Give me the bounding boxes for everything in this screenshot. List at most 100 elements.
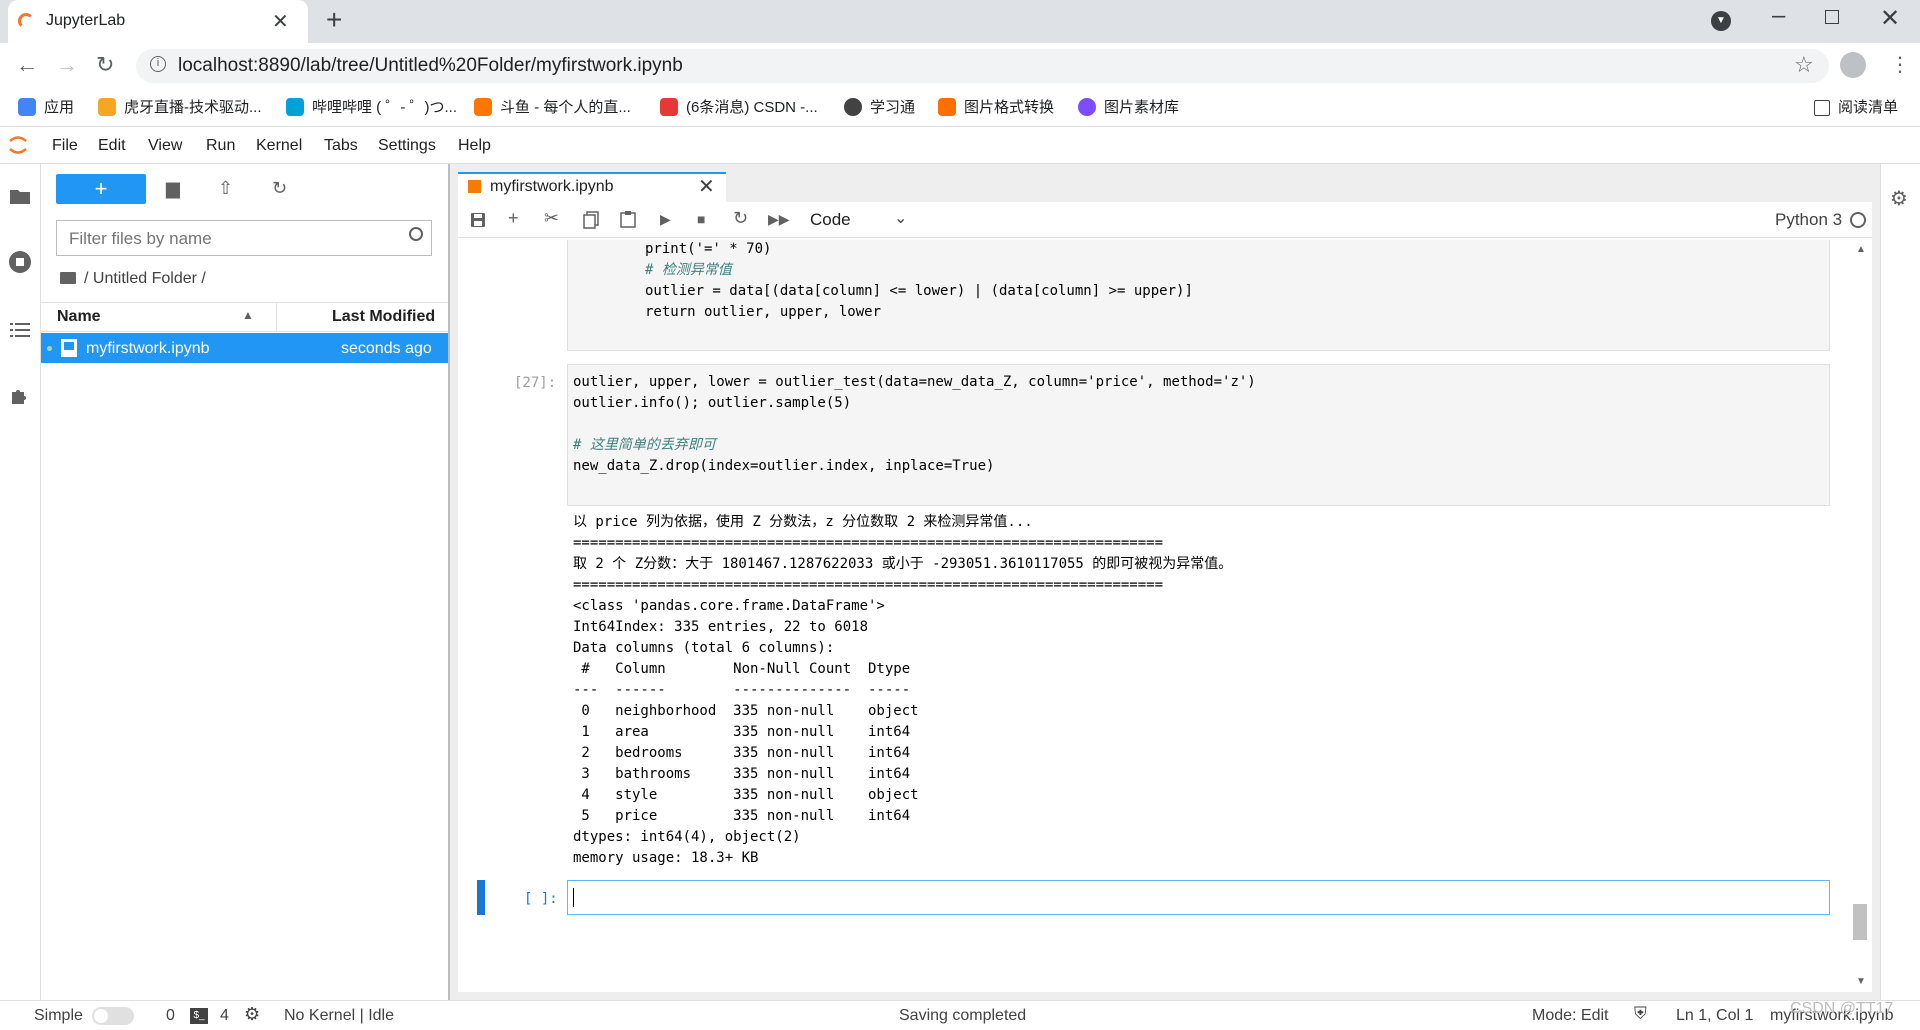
browser-menu-icon[interactable]: ⋮ bbox=[1890, 52, 1910, 77]
paste-icon[interactable] bbox=[620, 210, 636, 228]
close-icon[interactable]: ✕ bbox=[698, 174, 715, 199]
interrupt-kernel-icon[interactable]: ■ bbox=[697, 211, 705, 227]
cell-type-select[interactable]: Code bbox=[810, 210, 851, 230]
property-inspector-gear-icon[interactable]: ⚙ bbox=[1890, 186, 1908, 211]
cut-icon[interactable]: ✂ bbox=[544, 208, 559, 229]
folder-icon[interactable] bbox=[8, 184, 32, 208]
output-line: 5 price 335 non-null int64 bbox=[573, 808, 919, 824]
menu-tabs[interactable]: Tabs bbox=[324, 137, 358, 155]
column-name-header[interactable]: Name bbox=[57, 308, 101, 326]
tab-close-icon[interactable]: ✕ bbox=[272, 9, 289, 34]
output-line: memory usage: 18.3+ KB bbox=[573, 850, 759, 866]
scroll-up-icon[interactable]: ▲ bbox=[1856, 244, 1866, 255]
column-last-modified-header[interactable]: Last Modified bbox=[332, 308, 435, 326]
upload-icon[interactable]: ⇧ bbox=[218, 178, 233, 199]
bookmark-image-convert[interactable]: 图片格式转换 bbox=[938, 96, 1054, 117]
code-line: outlier = data[(data[column] <= lower) |… bbox=[645, 283, 1193, 299]
terminal-count[interactable]: 4 bbox=[220, 1007, 229, 1025]
bookmark-label: 学习通 bbox=[870, 99, 916, 116]
reading-list[interactable]: 阅读清单 bbox=[1814, 96, 1898, 117]
window-maximize-icon[interactable] bbox=[1825, 10, 1839, 24]
chevron-down-icon[interactable]: ⌄ bbox=[894, 208, 907, 228]
cell-prompt: [ ]: bbox=[524, 891, 558, 907]
image-library-icon bbox=[1078, 98, 1096, 116]
copy-icon[interactable] bbox=[583, 211, 599, 229]
status-message: Saving completed bbox=[899, 1007, 1027, 1024]
insert-cell-icon[interactable]: + bbox=[508, 208, 519, 229]
search-icon bbox=[409, 227, 423, 241]
code-line: outlier.info(); outlier.sample(5) bbox=[573, 395, 852, 411]
menu-file[interactable]: File bbox=[52, 137, 78, 155]
code-line-text: print('=' * 70) bbox=[645, 241, 772, 257]
trusted-shield-icon[interactable]: ⛨ bbox=[1634, 1004, 1647, 1024]
save-icon[interactable] bbox=[470, 212, 486, 228]
new-tab-icon[interactable]: + bbox=[326, 4, 342, 36]
kernel-status-icon bbox=[1850, 212, 1866, 228]
menu-view[interactable]: View bbox=[148, 137, 182, 155]
code-line: return outlier, upper, lower bbox=[645, 304, 882, 320]
menu-run[interactable]: Run bbox=[206, 137, 235, 155]
kernel-count[interactable]: 0 bbox=[166, 1007, 175, 1025]
output-line: 2 bedrooms 335 non-null int64 bbox=[573, 745, 919, 761]
url-text[interactable]: localhost:8890/lab/tree/Untitled%20Folde… bbox=[178, 55, 683, 77]
menu-kernel[interactable]: Kernel bbox=[256, 137, 302, 155]
site-info-icon[interactable]: i bbox=[150, 56, 166, 72]
extensions-puzzle-icon[interactable] bbox=[8, 384, 32, 408]
notebook-tab-title[interactable]: myfirstwork.ipynb bbox=[490, 178, 614, 196]
restart-kernel-icon[interactable]: ↻ bbox=[733, 208, 748, 229]
gear-icon[interactable]: ⚙ bbox=[244, 1004, 260, 1025]
bookmark-douyu[interactable]: 斗鱼 - 每个人的直... bbox=[474, 96, 631, 117]
window-minimize-icon[interactable]: – bbox=[1772, 2, 1785, 30]
sort-ascending-icon[interactable]: ▲ bbox=[242, 308, 254, 322]
globe-icon bbox=[844, 98, 862, 116]
menu-edit[interactable]: Edit bbox=[98, 137, 126, 155]
douyu-icon bbox=[474, 98, 492, 116]
filter-files-input[interactable] bbox=[67, 223, 391, 255]
bookmark-label: 哔哩哔哩 ( ゜- ゜)つ... bbox=[312, 99, 457, 116]
jupyter-logo-icon[interactable] bbox=[8, 133, 28, 157]
output-line: --- ------ -------------- ----- bbox=[573, 682, 919, 698]
profile-avatar[interactable] bbox=[1840, 52, 1866, 78]
menu-help[interactable]: Help bbox=[458, 137, 491, 155]
forward-icon[interactable]: → bbox=[56, 52, 78, 78]
filter-files-field[interactable] bbox=[56, 220, 432, 256]
refresh-icon[interactable]: ↻ bbox=[272, 178, 287, 199]
folder-icon[interactable] bbox=[60, 272, 76, 284]
running-kernels-icon[interactable] bbox=[8, 250, 32, 274]
table-of-contents-icon[interactable] bbox=[8, 318, 32, 342]
kernel-status[interactable]: No Kernel | Idle bbox=[284, 1007, 394, 1025]
bookmark-star-icon[interactable]: ☆ bbox=[1794, 52, 1814, 78]
back-icon[interactable]: ← bbox=[16, 52, 38, 78]
bookmark-huya[interactable]: 虎牙直播-技术驱动... bbox=[98, 96, 262, 117]
menu-settings[interactable]: Settings bbox=[378, 137, 436, 155]
bookmark-label: 图片格式转换 bbox=[964, 99, 1055, 116]
output-line: 取 2 个 Z分数：大于 1801467.1287622033 或小于 -293… bbox=[573, 556, 1233, 572]
output-line: ========================================… bbox=[573, 535, 1164, 551]
output-line: 以 price 列为依据，使用 Z 分数法，z 分位数取 2 来检测异常值... bbox=[573, 514, 1033, 530]
kernel-name[interactable]: Python 3 bbox=[1775, 210, 1842, 230]
breadcrumb[interactable]: / Untitled Folder / bbox=[84, 270, 206, 288]
window-close-icon[interactable]: ✕ bbox=[1880, 4, 1900, 33]
scrollbar-thumb[interactable] bbox=[1853, 904, 1867, 940]
tab-search-icon[interactable]: ▼ bbox=[1711, 11, 1731, 31]
file-name[interactable]: myfirstwork.ipynb bbox=[86, 340, 210, 358]
cursor-position[interactable]: Ln 1, Col 1 bbox=[1676, 1007, 1753, 1025]
restart-run-all-icon[interactable]: ▶▶ bbox=[768, 211, 790, 228]
output-line: 1 area 335 non-null int64 bbox=[573, 724, 919, 740]
bookmark-image-library[interactable]: 图片素材库 bbox=[1078, 96, 1179, 117]
active-code-cell-input[interactable] bbox=[567, 880, 1830, 915]
reading-list-icon bbox=[1814, 100, 1830, 116]
run-cell-icon[interactable]: ▶ bbox=[660, 211, 671, 228]
bookmark-apps[interactable]: 应用 bbox=[18, 96, 74, 117]
bookmark-bilibili[interactable]: 哔哩哔哩 ( ゜- ゜)つ... bbox=[286, 96, 457, 117]
scroll-down-icon[interactable]: ▼ bbox=[1856, 976, 1866, 987]
bookmark-csdn[interactable]: (6条消息) CSDN -... bbox=[660, 96, 818, 117]
reload-icon[interactable]: ↻ bbox=[96, 52, 114, 78]
bookmark-xuexitong[interactable]: 学习通 bbox=[844, 96, 915, 117]
bookmark-label: 斗鱼 - 每个人的直... bbox=[500, 99, 631, 116]
new-folder-icon[interactable]: ▆ bbox=[166, 178, 180, 199]
terminal-icon[interactable]: $_ bbox=[190, 1008, 208, 1024]
new-launcher-button[interactable]: + bbox=[56, 174, 146, 204]
column-divider[interactable] bbox=[276, 302, 277, 332]
jupyter-favicon-icon bbox=[18, 13, 34, 29]
